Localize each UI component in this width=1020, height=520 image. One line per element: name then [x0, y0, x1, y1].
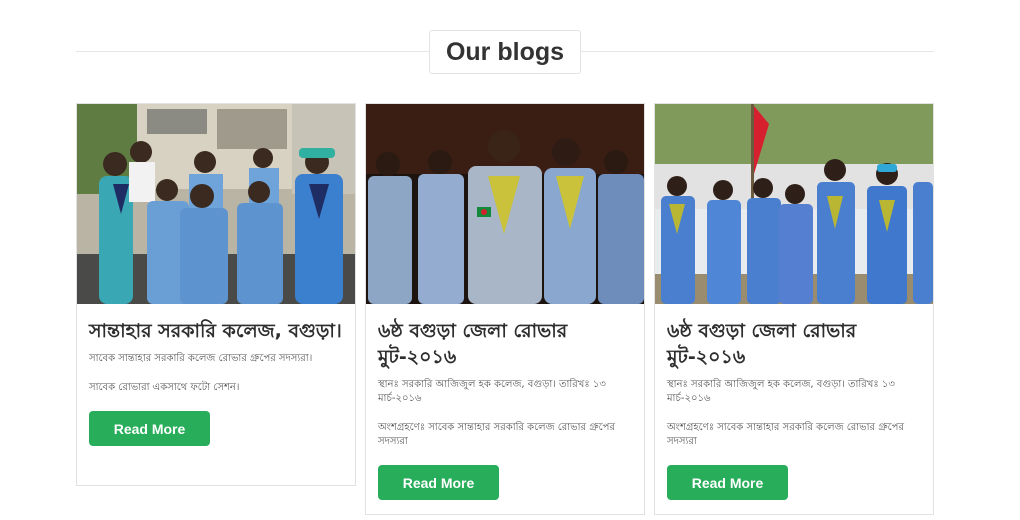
- blog-title[interactable]: সান্তাহার সরকারি কলেজ, বগুড়া।: [89, 318, 343, 344]
- blog-card: ৬ষ্ঠ বগুড়া জেলা রোভার মুট-২০১৬ স্থানঃ স…: [365, 103, 645, 515]
- section-title: Our blogs: [445, 37, 565, 66]
- blog-excerpt: অংশগ্রহণেঃ সাবেক সান্তাহার সরকারি কলেজ র…: [667, 422, 904, 447]
- blog-excerpt: সাবেক রোভারা একসাথে ফটো সেশন।: [89, 382, 240, 393]
- blog-image[interactable]: [366, 104, 644, 304]
- blog-card: সান্তাহার সরকারি কলেজ, বগুড়া। সাবেক সান…: [76, 103, 356, 486]
- blog-excerpt: স্থানঃ সরকারি আজিজুল হক কলেজ, বগুড়া। তা…: [378, 379, 606, 404]
- blog-title[interactable]: ৬ষ্ঠ বগুড়া জেলা রোভার মুট-২০১৬: [667, 318, 921, 370]
- blog-excerpt: স্থানঃ সরকারি আজিজুল হক কলেজ, বগুড়া। তা…: [667, 379, 895, 404]
- blog-image[interactable]: [77, 104, 355, 304]
- read-more-button[interactable]: Read More: [89, 411, 210, 446]
- blog-carousel: সান্তাহার সরকারি কলেজ, বগুড়া। সাবেক সান…: [76, 103, 934, 520]
- blog-image[interactable]: [655, 104, 933, 304]
- blog-title[interactable]: ৬ষ্ঠ বগুড়া জেলা রোভার মুট-২০১৬: [378, 318, 632, 370]
- read-more-button[interactable]: Read More: [378, 465, 499, 500]
- header-title-box: Our blogs: [429, 30, 581, 74]
- blog-card: ৬ষ্ঠ বগুড়া জেলা রোভার মুট-২০১৬ স্থানঃ স…: [654, 103, 934, 515]
- blogs-section-header: Our blogs: [76, 30, 934, 74]
- blog-excerpt: অংশগ্রহণেঃ সাবেক সান্তাহার সরকারি কলেজ র…: [378, 422, 615, 447]
- read-more-button[interactable]: Read More: [667, 465, 788, 500]
- blog-excerpt: সাবেক সান্তাহার সরকারি কলেজ রোভার গ্রুপে…: [89, 353, 313, 364]
